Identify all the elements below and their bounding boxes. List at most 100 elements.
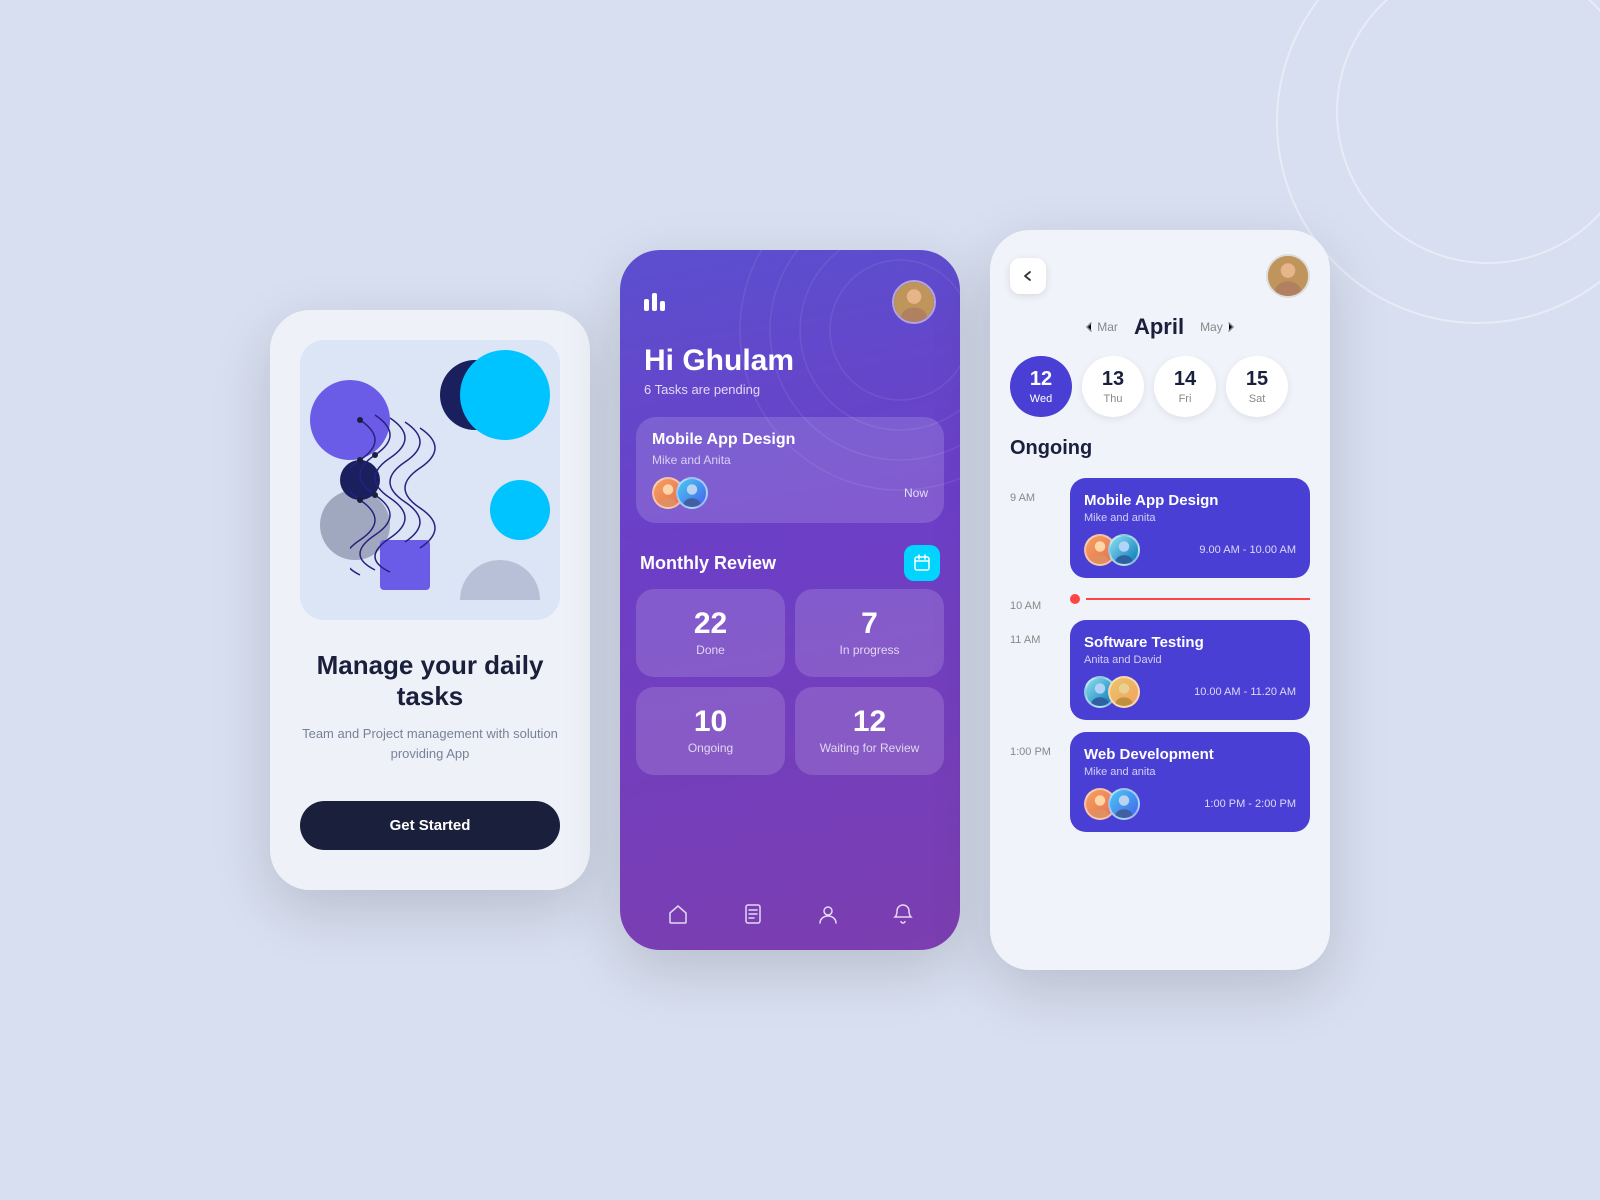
greeting-subtitle: 6 Tasks are pending [644,382,936,397]
phones-container: Manage your daily tasks Team and Project… [270,230,1330,970]
event-testing-participants: Anita and David [1084,654,1296,666]
event-webdev-footer: 1:00 PM - 2:00 PM [1084,788,1296,820]
phone-1-text-area: Manage your daily tasks Team and Project… [300,650,560,850]
calendar-nav: Mar April May [990,314,1330,356]
nav-notifications[interactable] [891,902,915,926]
onboarding-title: Manage your daily tasks [300,650,560,712]
event-testing-footer: 10.00 AM - 11.20 AM [1084,676,1296,708]
shape-cyan-circle-2 [490,480,550,540]
task-title: Mobile App Design [652,431,928,449]
dashboard-header [620,250,960,334]
schedule-row-10am-marker: 10 AM [990,584,1330,614]
monthly-review-title: Monthly Review [640,553,776,574]
date-day-12: Wed [1030,393,1052,405]
phone-calendar: Mar April May 12 Wed 13 Thu 14 Fri 15 [990,230,1330,970]
date-day-13: Thu [1104,393,1123,405]
bar-1 [644,299,649,311]
prev-month-label: Mar [1097,320,1118,334]
event-web-dev[interactable]: Web Development Mike and anita 1:00 PM -… [1070,732,1310,832]
next-month-label: May [1200,320,1223,334]
schedule-area: 9 AM Mobile App Design Mike and anita [990,472,1330,970]
event-avatar-group-3 [1084,788,1132,820]
greeting-title: Hi Ghulam [644,344,936,378]
phone-dashboard: Hi Ghulam 6 Tasks are pending Mobile App… [620,250,960,950]
time-9am: 9 AM [1010,478,1062,504]
time-10am: 10 AM [1010,586,1062,612]
event-mobile-app-footer: 9.00 AM - 10.00 AM [1084,534,1296,566]
ongoing-section-label: Ongoing [990,437,1330,472]
schedule-row-1pm: 1:00 PM Web Development Mike and anita [990,726,1330,838]
prev-month-button[interactable]: Mar [1085,320,1118,334]
next-month-button[interactable]: May [1200,320,1235,334]
stat-waiting-number: 12 [813,705,926,739]
stat-inprogress-label: In progress [839,643,899,657]
illustration-area [300,340,560,620]
task-time: Now [904,486,928,500]
event-software-testing[interactable]: Software Testing Anita and David 10.00 A… [1070,620,1310,720]
date-row: 12 Wed 13 Thu 14 Fri 15 Sat [990,356,1330,437]
stat-done-number: 22 [654,607,767,641]
stat-ongoing: 10 Ongoing [636,687,785,775]
participant-avatar-2 [676,477,708,509]
calendar-user-avatar[interactable] [1266,254,1310,298]
event-mobile-app-title: Mobile App Design [1084,492,1296,509]
date-15[interactable]: 15 Sat [1226,356,1288,417]
stat-inprogress-number: 7 [813,607,926,641]
date-12[interactable]: 12 Wed [1010,356,1072,417]
event-avatar-2 [1108,534,1140,566]
stat-waiting-label: Waiting for Review [820,741,920,755]
event-avatar-4 [1108,676,1140,708]
stat-waiting: 12 Waiting for Review [795,687,944,775]
event-webdev-title: Web Development [1084,746,1296,763]
event-avatar-6 [1108,788,1140,820]
date-number-13: 13 [1102,368,1124,391]
back-button[interactable] [1010,258,1046,294]
event-mobile-app-time: 9.00 AM - 10.00 AM [1199,544,1296,556]
user-avatar[interactable] [892,280,936,324]
time-1pm: 1:00 PM [1010,732,1062,758]
monthly-review-header: Monthly Review [620,535,960,589]
shape-light-arc [460,560,540,600]
event-testing-title: Software Testing [1084,634,1296,651]
date-14[interactable]: 14 Fri [1154,356,1216,417]
bar-2 [652,293,657,311]
event-webdev-time: 1:00 PM - 2:00 PM [1204,798,1296,810]
task-footer: Now [652,477,928,509]
bottom-nav [620,886,960,950]
date-number-15: 15 [1246,368,1268,391]
nav-home[interactable] [666,902,690,926]
date-number-12: 12 [1030,368,1052,391]
wave-lines [350,400,470,580]
event-avatar-group-1 [1084,534,1132,566]
stat-inprogress: 7 In progress [795,589,944,677]
stat-ongoing-label: Ongoing [688,741,733,755]
get-started-button[interactable]: Get Started [300,801,560,850]
task-participants: Mike and Anita [652,453,928,467]
current-time-dot [1070,594,1080,604]
stat-ongoing-number: 10 [654,705,767,739]
stat-done-label: Done [696,643,725,657]
nav-documents[interactable] [741,902,765,926]
bar-3 [660,301,665,311]
task-card[interactable]: Mobile App Design Mike and Anita Now [636,417,944,523]
date-day-15: Sat [1249,393,1266,405]
event-mobile-app-participants: Mike and anita [1084,512,1296,524]
event-testing-time: 10.00 AM - 11.20 AM [1194,686,1296,698]
date-day-14: Fri [1179,393,1192,405]
event-webdev-participants: Mike and anita [1084,766,1296,778]
schedule-row-11am: 11 AM Software Testing Anita and David [990,614,1330,726]
shape-cyan-circle [460,350,550,440]
avatar-group [652,477,700,509]
current-time-line [1086,598,1310,600]
bar-chart-icon [644,293,665,311]
date-13[interactable]: 13 Thu [1082,356,1144,417]
date-number-14: 14 [1174,368,1196,391]
stat-done: 22 Done [636,589,785,677]
phone-onboarding: Manage your daily tasks Team and Project… [270,310,590,890]
calendar-button[interactable] [904,545,940,581]
nav-profile[interactable] [816,902,840,926]
current-month: April [1134,314,1184,340]
time-11am: 11 AM [1010,620,1062,646]
event-mobile-app[interactable]: Mobile App Design Mike and anita 9.00 AM… [1070,478,1310,578]
calendar-header [990,230,1330,314]
